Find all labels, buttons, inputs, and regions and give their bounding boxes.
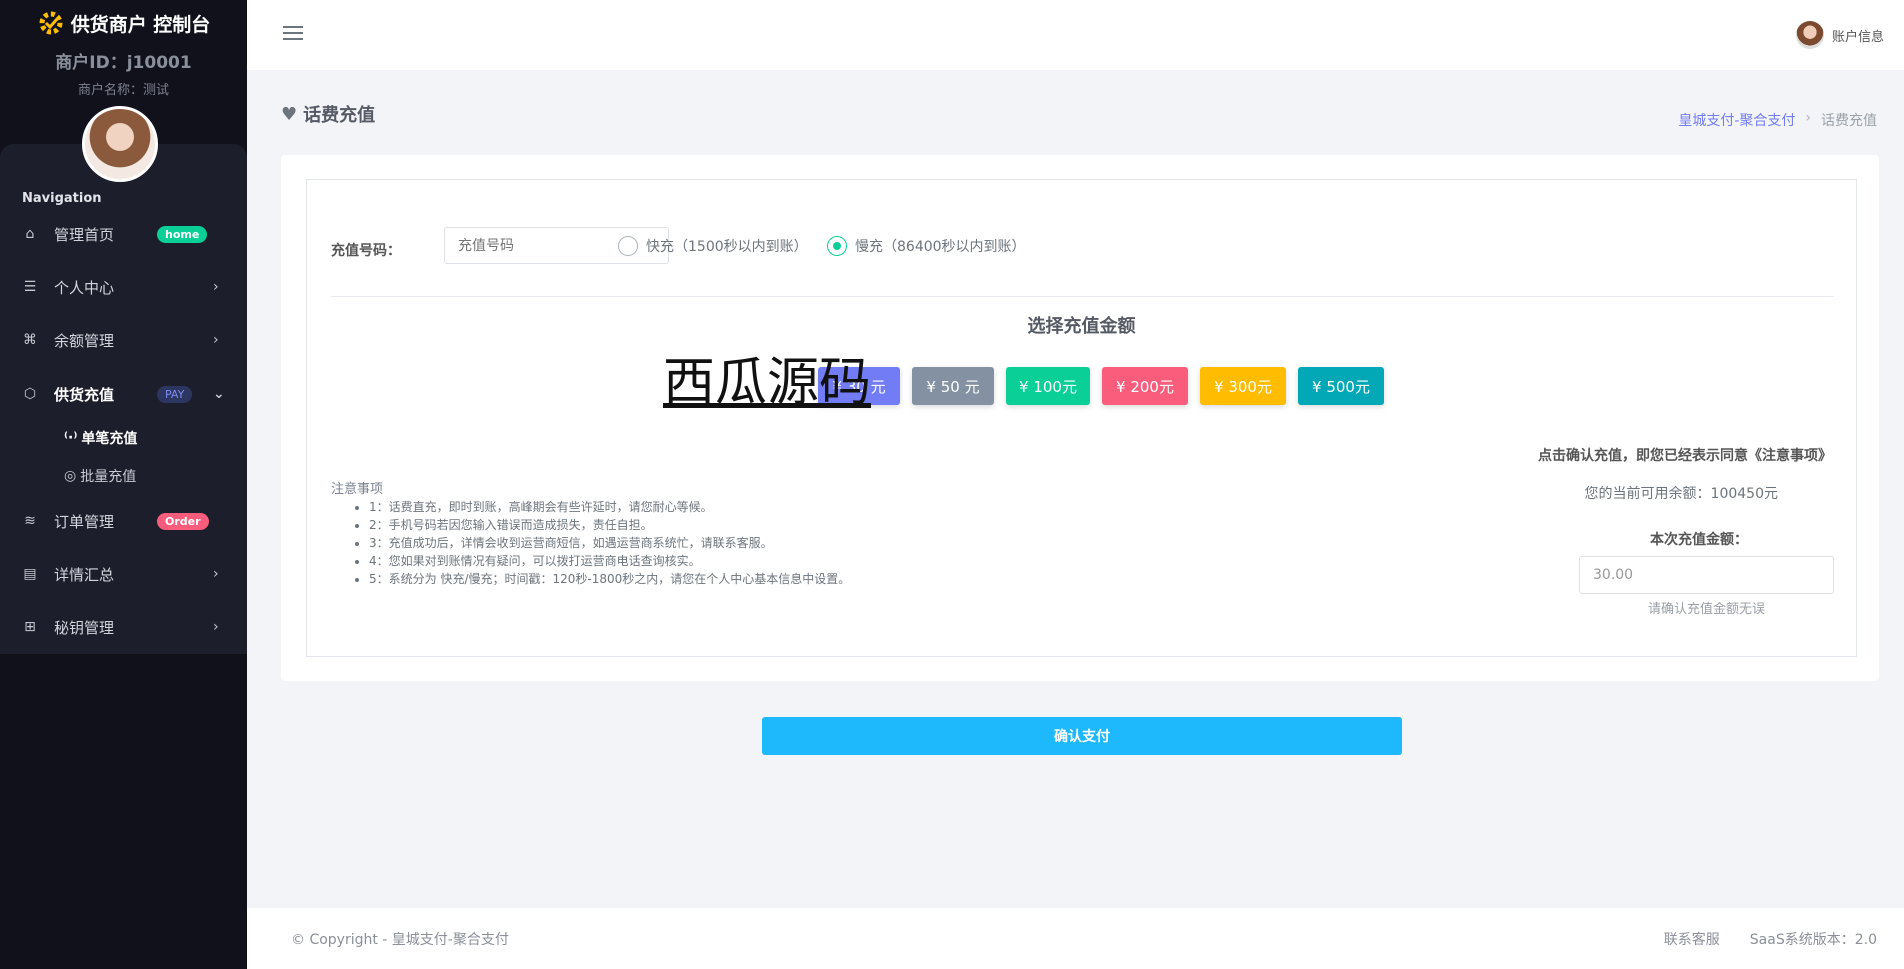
radio-button-selected[interactable] xyxy=(827,236,847,256)
sidebar-item-label: 订单管理 xyxy=(54,512,115,531)
sidebar-item-label: 详情汇总 xyxy=(54,565,115,584)
amount-button-300[interactable]: ¥ 300元 xyxy=(1200,367,1286,405)
divider xyxy=(331,296,1834,297)
select-amount-title: 选择充值金额 xyxy=(1027,316,1136,337)
chevron-down-icon: ⌄ xyxy=(213,386,225,402)
merchant-name: 商户名称：测试 xyxy=(77,83,169,98)
heart-icon: ♥ xyxy=(281,103,298,125)
chevron-right-icon: › xyxy=(213,566,219,582)
home-badge: home xyxy=(157,225,208,243)
antenna-icon: ⁽·⁾ xyxy=(64,430,78,446)
watermark-text: 西瓜源码 xyxy=(663,353,872,413)
radio-fast[interactable]: 快充（1500秒以内到账） xyxy=(618,236,808,256)
brand-title: 供货商户 控制台 xyxy=(70,13,211,36)
chevron-right-icon: › xyxy=(213,619,219,635)
brand[interactable]: 供货商户 控制台 xyxy=(0,0,247,46)
list-item: 5：系统分为 快充/慢充；时间戳：120秒-1800秒之内，请您在个人中心基本信… xyxy=(369,570,850,588)
radio-fast-label: 快充（1500秒以内到账） xyxy=(646,239,808,255)
sidebar: 供货商户 控制台 商户ID：j10001 商户名称：测试 Navigation … xyxy=(0,0,247,969)
sidebar-item-label: 管理首页 xyxy=(54,225,115,244)
avatar[interactable] xyxy=(82,106,158,182)
balance-text: 您的当前可用余额：100450元 xyxy=(1584,486,1778,502)
avatar xyxy=(1795,21,1824,49)
box-icon: ⬡ xyxy=(23,386,37,402)
layers-icon: ≋ xyxy=(24,513,36,529)
page-title: ♥ 话费充值 xyxy=(281,101,375,127)
amount-button-500[interactable]: ¥ 500元 xyxy=(1298,367,1384,405)
menu-toggle-icon[interactable] xyxy=(283,26,303,42)
notes-title: 注意事项 xyxy=(331,482,384,497)
radio-slow[interactable]: 慢充（86400秒以内到账） xyxy=(827,236,1026,256)
agreement-text: 点击确认充值，即您已经表示同意《注意事项》 xyxy=(1538,448,1832,464)
sidebar-subitem-batch[interactable]: ◎ 批量充值 xyxy=(64,466,136,486)
amount-button-100[interactable]: ¥ 100元 xyxy=(1006,367,1090,405)
radio-slow-label: 慢充（86400秒以内到账） xyxy=(855,239,1026,255)
sidebar-subitem-single[interactable]: ⁽·⁾ 单笔充值 xyxy=(64,428,137,448)
order-badge: Order xyxy=(157,512,209,530)
amount-button-50[interactable]: ¥ 50 元 xyxy=(912,367,994,405)
account-label: 账户信息 xyxy=(1831,29,1884,45)
confirm-pay-button[interactable]: 确认支付 xyxy=(762,717,1402,755)
list-icon: ☰ xyxy=(23,279,37,295)
command-icon: ⌘ xyxy=(23,332,37,348)
sidebar-item-orders[interactable]: ≋ 订单管理 Order xyxy=(0,501,247,541)
breadcrumb-link[interactable]: 皇城支付-聚合支付 xyxy=(1678,110,1795,130)
list-item: 3：充值成功后，详情会收到运营商短信，如遇运营商系统忙，请联系客服。 xyxy=(369,534,850,552)
account-menu[interactable]: 账户信息 xyxy=(1795,21,1884,49)
chevron-right-icon: › xyxy=(1805,110,1811,126)
sidebar-item-recharge[interactable]: ⬡ 供货充值 PAY ⌄ xyxy=(0,374,247,414)
list-item: 1：话费直充，即时到账，高峰期会有些许延时，请您耐心等候。 xyxy=(369,498,850,516)
amount-label: 本次充值金额： xyxy=(1650,532,1748,548)
amount-hint: 请确认充值金额无误 xyxy=(1647,602,1765,617)
list-item: 2：手机号码若因您输入错误而造成损失，责任自担。 xyxy=(369,516,850,534)
globe-icon: ◎ xyxy=(64,468,77,484)
page-title-text: 话费充值 xyxy=(303,105,376,126)
sidebar-item-keys[interactable]: ⊞ 秘钥管理 › xyxy=(0,607,247,647)
copyright: © Copyright - 皇城支付-聚合支付 xyxy=(291,932,509,948)
sidebar-item-home[interactable]: ⌂ 管理首页 home xyxy=(0,214,247,254)
topbar: 账户信息 xyxy=(247,0,1904,70)
map-icon: ⊞ xyxy=(24,619,36,635)
gear-logo-icon xyxy=(37,9,65,37)
list-item: 4：您如果对到账情况有疑问，可以拨打运营商电话查询核实。 xyxy=(369,552,850,570)
contact-link[interactable]: 联系客服 xyxy=(1664,929,1720,949)
sidebar-item-summary[interactable]: ▤ 详情汇总 › xyxy=(0,554,247,594)
breadcrumb: 皇城支付-聚合支付 › 话费充值 xyxy=(1678,110,1877,130)
amount-input[interactable] xyxy=(1579,556,1834,594)
document-icon: ▤ xyxy=(23,566,37,582)
sidebar-item-label: 个人中心 xyxy=(54,278,115,297)
amount-options: ¥ 30 元 ¥ 50 元 ¥ 100元 ¥ 200元 ¥ 300元 ¥ 500… xyxy=(818,367,1384,405)
breadcrumb-current: 话费充值 xyxy=(1821,113,1877,129)
sidebar-subitem-label: 批量充值 xyxy=(80,469,137,485)
sidebar-subitem-label: 单笔充值 xyxy=(81,431,138,447)
sidebar-item-label: 秘钥管理 xyxy=(54,618,115,637)
sidebar-item-balance[interactable]: ⌘ 余额管理 › xyxy=(0,320,247,360)
version-text: SaaS系统版本：2.0 xyxy=(1749,932,1877,948)
notes-list: 1：话费直充，即时到账，高峰期会有些许延时，请您耐心等候。 2：手机号码若因您输… xyxy=(369,498,850,588)
chevron-right-icon: › xyxy=(213,279,219,295)
sidebar-item-label: 余额管理 xyxy=(54,331,115,350)
nav-title: Navigation xyxy=(22,191,102,206)
radio-button[interactable] xyxy=(618,236,638,256)
recharge-card: 充值号码： 快充（1500秒以内到账） 慢充（86400秒以内到账） 选择充值金… xyxy=(281,155,1879,681)
pay-badge: PAY xyxy=(157,385,193,403)
merchant-id: 商户ID：j10001 xyxy=(55,53,192,73)
sidebar-item-label: 供货充值 xyxy=(54,385,115,404)
footer: © Copyright - 皇城支付-聚合支付 联系客服 SaaS系统版本：2.… xyxy=(247,908,1904,969)
chevron-right-icon: › xyxy=(213,332,219,348)
amount-button-200[interactable]: ¥ 200元 xyxy=(1102,367,1188,405)
phone-label: 充值号码： xyxy=(331,243,401,259)
sidebar-item-profile[interactable]: ☰ 个人中心 › xyxy=(0,267,247,307)
recharge-form: 充值号码： 快充（1500秒以内到账） 慢充（86400秒以内到账） 选择充值金… xyxy=(306,179,1857,657)
home-icon: ⌂ xyxy=(25,226,35,242)
